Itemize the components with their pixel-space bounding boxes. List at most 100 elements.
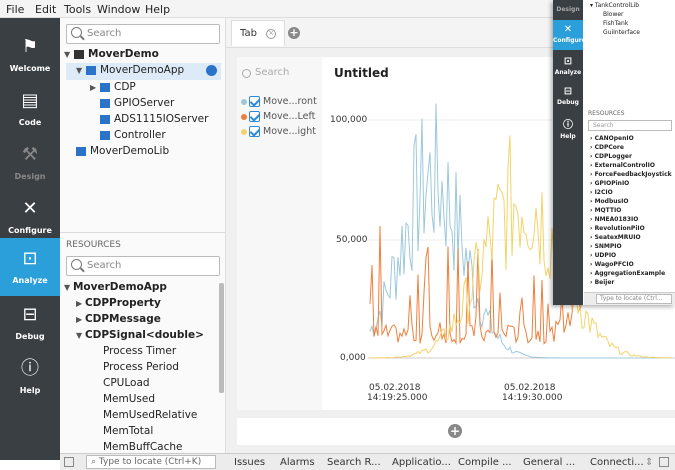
- overlay-resource-item[interactable]: › AggregationExample: [590, 270, 665, 277]
- overlay-resource-item[interactable]: › NMEA0183IO: [590, 216, 638, 223]
- add-tab-icon[interactable]: +: [288, 27, 300, 39]
- resource-item[interactable]: Process Timer: [103, 345, 176, 357]
- overlay-resource-item[interactable]: › I2CIO: [590, 189, 613, 196]
- overlay-tree-item[interactable]: FishTank: [603, 20, 628, 27]
- resource-item[interactable]: MemUsed: [103, 393, 155, 405]
- overlay-nav-configure[interactable]: ✕ Configure: [553, 20, 586, 50]
- nav-design[interactable]: ⚒ Design: [0, 134, 60, 192]
- tools-icon: ✕: [22, 198, 38, 219]
- overlay-nav-debug[interactable]: ⊟ Debug: [553, 86, 583, 106]
- status-tab-compile[interactable]: Compile ...: [458, 457, 512, 468]
- legend-item[interactable]: Move...ight: [241, 126, 316, 137]
- tree-item-controller[interactable]: Controller: [100, 129, 166, 145]
- overlay-resource-item[interactable]: › RevolutionPiIO: [590, 225, 645, 232]
- checkbox[interactable]: [249, 126, 260, 137]
- overlay-nav-design[interactable]: Design: [553, 6, 583, 13]
- overlay-resource-item[interactable]: › CDPCore: [590, 144, 624, 151]
- nav-analyze[interactable]: ⊡ Analyze: [0, 238, 60, 296]
- add-plot-icon[interactable]: +: [448, 424, 462, 438]
- tree-item-moverdemolib[interactable]: MoverDemoLib: [76, 145, 169, 161]
- close-tab-icon[interactable]: ×: [266, 29, 276, 39]
- tree-item-ads1115ioserver[interactable]: ADS1115IOServer: [100, 113, 208, 129]
- overlay-resource-item[interactable]: › GPIOPinIO: [590, 180, 629, 187]
- checkbox[interactable]: [249, 96, 260, 107]
- overlay-resource-item[interactable]: › ExternalControlIO: [590, 162, 655, 169]
- plot-legend-panel: [237, 57, 322, 410]
- overlay-resource-item[interactable]: › UDPIO: [590, 252, 616, 259]
- menu-file[interactable]: File: [6, 3, 24, 16]
- system-icon: [74, 49, 84, 59]
- overlay-resource-item[interactable]: › Beijer: [590, 279, 614, 286]
- overlay-resource-item[interactable]: › WagoPFCIO: [590, 261, 634, 268]
- search-icon: [71, 259, 82, 270]
- component-icon: [100, 98, 110, 108]
- menu-window[interactable]: Window: [97, 3, 140, 16]
- status-tab-issues[interactable]: Issues: [234, 457, 265, 468]
- spinner-icon[interactable]: ⇕: [645, 457, 653, 468]
- overlay-nav-help[interactable]: ⓘ Help: [553, 116, 583, 140]
- locate-input[interactable]: ⌕ Type to locate (Ctrl+K): [86, 455, 216, 469]
- status-tab-alarms[interactable]: Alarms: [280, 457, 315, 468]
- overlay-resource-item[interactable]: › CANOpenIO: [590, 135, 634, 142]
- scrollbar[interactable]: [219, 283, 224, 393]
- component-icon: [100, 82, 110, 92]
- menu-help[interactable]: Help: [145, 3, 170, 16]
- status-bar: Issues Alarms Search R... Applicatio... …: [226, 453, 675, 470]
- menu-edit[interactable]: Edit: [35, 3, 56, 16]
- panel-toggle-icon[interactable]: [64, 457, 74, 467]
- resource-item[interactable]: Process Period: [103, 361, 179, 373]
- overlay-nav-analyze[interactable]: ⊡ Analyze: [553, 56, 583, 76]
- resources-search-input[interactable]: Search: [66, 256, 220, 276]
- x-tick-date: 05.02.2018: [504, 383, 556, 393]
- x-tick-time: 14:19:25.000: [367, 393, 428, 403]
- legend-item[interactable]: Move...ront: [241, 96, 317, 107]
- overlay-search-input[interactable]: Search: [588, 120, 672, 131]
- status-tab-connection[interactable]: Connecti...: [590, 457, 644, 468]
- resource-item[interactable]: MemBuffCache: [103, 441, 183, 453]
- nav-welcome[interactable]: ⚑ Welcome: [0, 26, 60, 84]
- overlay-tree-item[interactable]: Blower: [603, 11, 624, 18]
- component-icon: [100, 114, 110, 124]
- overlay-resource-item[interactable]: › ModbusIO: [590, 198, 628, 205]
- tree-item-cdp[interactable]: ▶ CDP: [90, 81, 136, 97]
- resource-item[interactable]: ▶ CDPMessage: [76, 313, 161, 325]
- panel-toggle-icon[interactable]: [659, 457, 669, 467]
- legend-item[interactable]: Move...Left: [241, 111, 315, 122]
- overlay-tree-item[interactable]: GuiInterface: [603, 29, 640, 36]
- chart-icon: ⊡: [22, 248, 38, 269]
- overlay-resource-item[interactable]: › SeatexMRUIO: [590, 234, 641, 241]
- library-icon: [76, 146, 86, 156]
- sync-icon[interactable]: [206, 65, 217, 76]
- checkbox[interactable]: [249, 111, 260, 122]
- overlay-resource-item[interactable]: › ForceFeedbackJoystick: [590, 171, 672, 178]
- tab-main[interactable]: Tab ×: [231, 20, 285, 46]
- tree-search-input[interactable]: Search: [66, 24, 220, 44]
- y-tick-label: 0,000: [340, 353, 366, 363]
- resource-item[interactable]: ▼ CDPSignal<double>: [76, 329, 204, 341]
- resource-item[interactable]: ▶ CDPProperty: [76, 297, 161, 309]
- locate-bar: ⌕ Type to locate (Ctrl+K): [60, 453, 226, 470]
- overlay-resource-item[interactable]: › MQTTIO: [590, 207, 621, 214]
- tree-item-gpioserver[interactable]: GPIOServer: [100, 97, 174, 113]
- status-tab-application[interactable]: Applicatio...: [392, 457, 451, 468]
- overlay-locate-input[interactable]: Type to locate (Ctrl...: [596, 294, 672, 304]
- overlay-resource-item[interactable]: › CDPLogger: [590, 153, 632, 160]
- resource-item[interactable]: MemTotal: [103, 425, 153, 437]
- debug-icon: ⊟: [563, 86, 573, 97]
- app-icon: [86, 65, 96, 75]
- status-tab-general[interactable]: General ...: [523, 457, 575, 468]
- design-icon: ⚒: [21, 144, 39, 165]
- nav-debug[interactable]: ⊟ Debug: [0, 294, 60, 352]
- resource-item[interactable]: ▼ MoverDemoApp: [64, 281, 167, 293]
- overlay-resource-item[interactable]: › SNMPIO: [590, 243, 622, 250]
- nav-code[interactable]: ▤ Code: [0, 80, 60, 138]
- tree-item-moverdemoapp[interactable]: ▼ MoverDemoApp: [76, 64, 184, 80]
- menu-tools[interactable]: Tools: [64, 3, 91, 16]
- tree-item-moverdemo[interactable]: ▼ MoverDemo: [64, 48, 159, 64]
- resource-item[interactable]: CPULoad: [103, 377, 150, 389]
- nav-help[interactable]: ⓘ Help: [0, 348, 60, 406]
- status-tab-search[interactable]: Search R...: [327, 457, 381, 468]
- overlay-tree-item[interactable]: ▾ TankControlLib: [590, 2, 639, 9]
- resource-item[interactable]: MemUsedRelative: [103, 409, 197, 421]
- plot-search-input[interactable]: Search: [241, 65, 317, 83]
